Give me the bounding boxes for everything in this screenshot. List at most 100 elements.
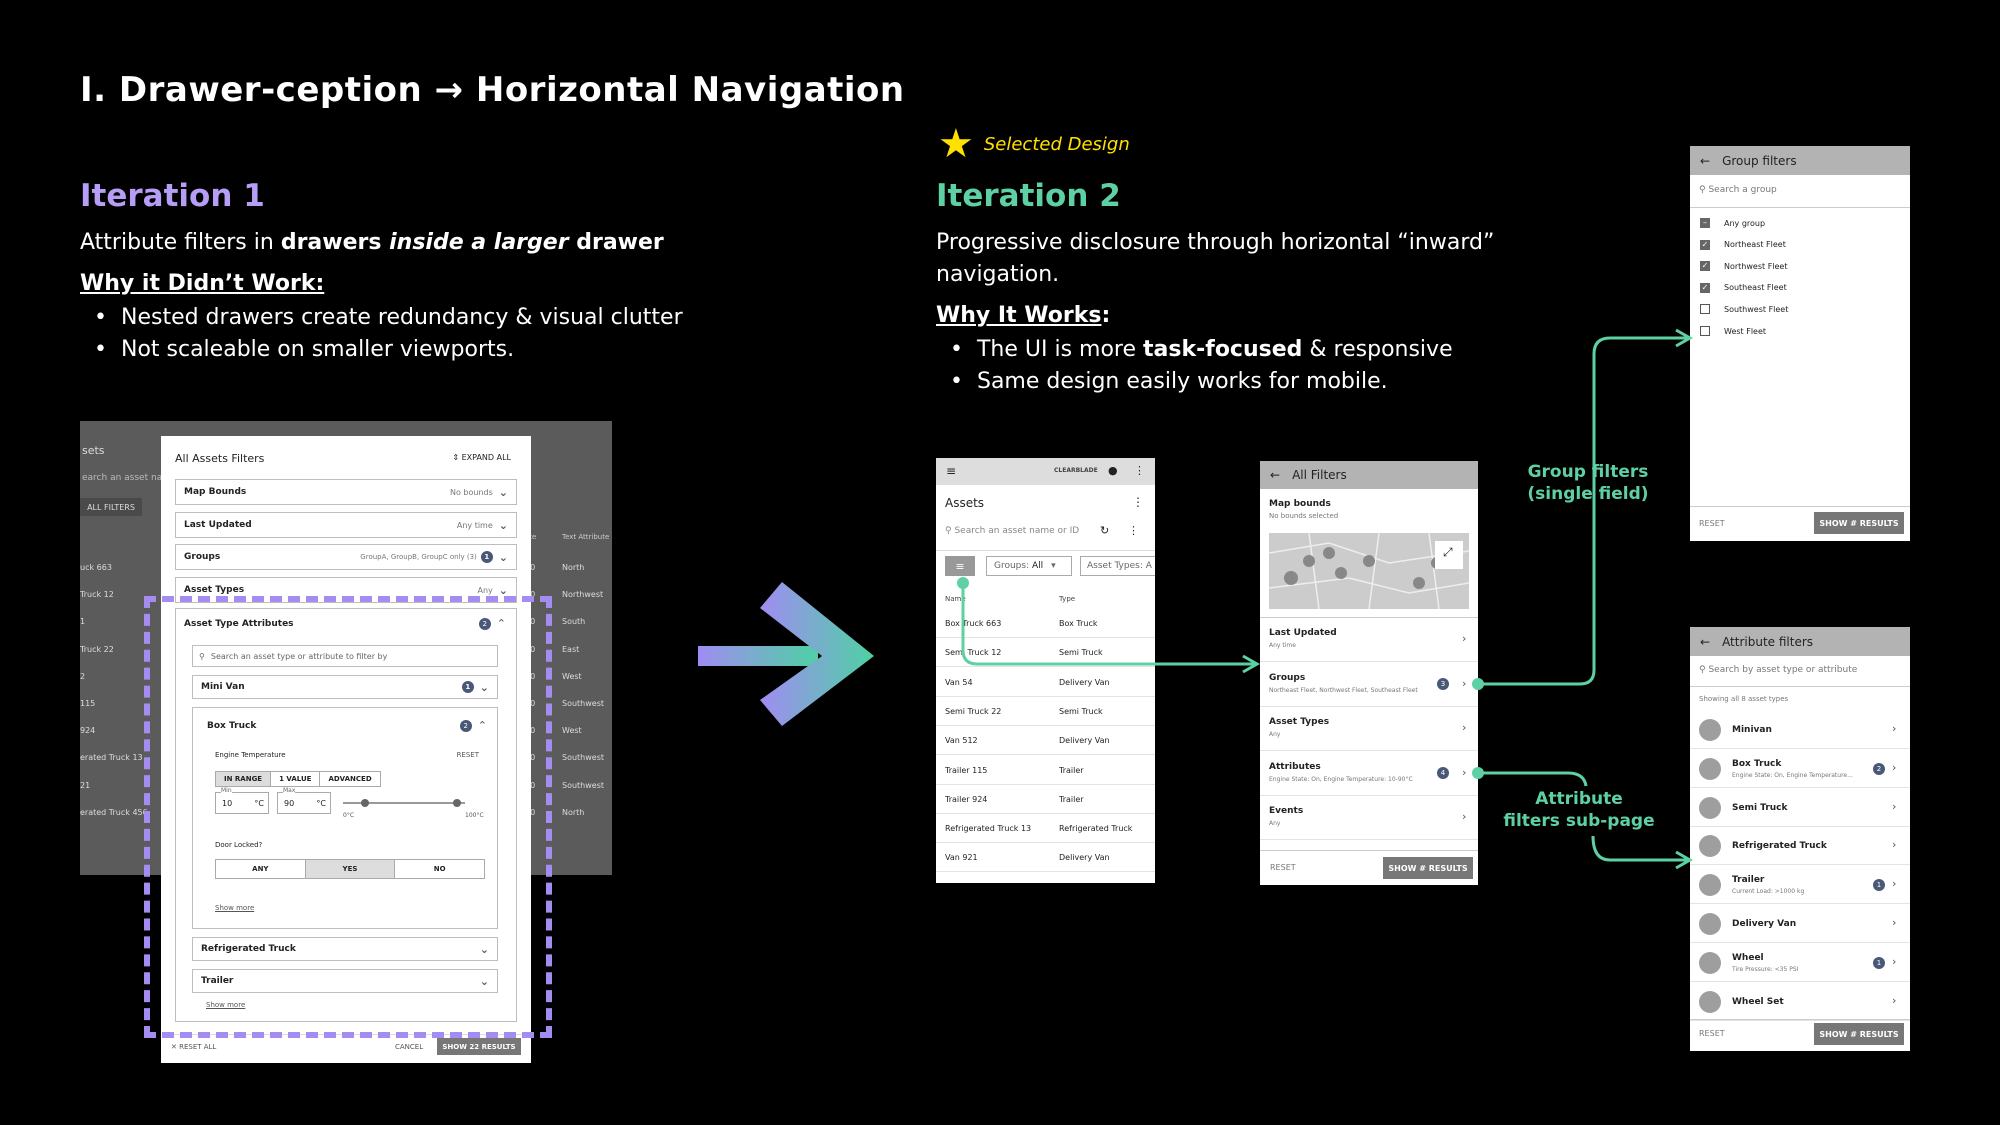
asset-types-chip[interactable]: Asset Types: A <box>1080 556 1155 576</box>
last-updated-accordion[interactable]: Last Updated Any time ⌄ <box>175 512 517 538</box>
asset-type-avatar-icon <box>1699 796 1721 819</box>
bg-cell: 21 <box>80 780 91 790</box>
user-icon[interactable]: ● <box>1108 464 1118 477</box>
bg-cell: Southwest <box>562 699 605 708</box>
table-row[interactable]: Box Truck 663 Box Truck <box>936 609 1155 638</box>
map-thumbnail[interactable]: ⤢ <box>1269 533 1469 609</box>
refresh-icon[interactable]: ↻ <box>1100 524 1109 537</box>
group-checkbox-row[interactable]: ✓ Southeast Fleet <box>1700 279 1787 297</box>
filter-summary: Engine State: On, Engine Temperature: 10… <box>1269 775 1413 783</box>
attribute-row[interactable]: Semi Truck › <box>1690 789 1910 827</box>
asset-type: Delivery Van <box>1059 736 1110 746</box>
groups-accordion[interactable]: Groups GroupA, GroupB, GroupC only (3) 1 ⌄ <box>175 544 517 570</box>
bullet: Not scaleable on smaller viewports. <box>80 334 683 366</box>
group-checkbox-row[interactable]: ✓ Northeast Fleet <box>1700 236 1786 254</box>
more-vert-icon[interactable]: ⋮ <box>1128 524 1139 537</box>
show-results-button[interactable]: SHOW # RESULTS <box>1814 1023 1904 1045</box>
map-bounds-accordion[interactable]: Map Bounds No bounds ⌄ <box>175 479 517 505</box>
group-checkbox-row[interactable]: – Any group <box>1700 214 1765 232</box>
attribute-row[interactable]: Delivery Van › <box>1690 905 1910 943</box>
more-vert-icon[interactable]: ⋮ <box>1134 464 1145 477</box>
group-checkbox-row[interactable]: Southwest Fleet <box>1700 300 1788 318</box>
more-vert-icon[interactable]: ⋮ <box>1132 495 1144 509</box>
drawer-title: All Assets Filters <box>175 452 265 465</box>
attribute-row[interactable]: Trailer Current Load: >1000 kg 1 › <box>1690 866 1910 905</box>
filter-summary: Any <box>1269 820 1281 827</box>
attribute-row[interactable]: Minivan › <box>1690 711 1910 749</box>
table-row[interactable]: Trailer 924 Trailer <box>936 785 1155 814</box>
show-results-button[interactable]: SHOW # RESULTS <box>1383 857 1473 879</box>
all-filters-header: ← All Filters <box>1260 461 1478 489</box>
iteration2-desc: Progressive disclosure through horizonta… <box>936 230 1495 287</box>
chevron-right-icon: › <box>1892 722 1897 735</box>
reset-button[interactable]: RESET <box>1270 863 1296 872</box>
checkbox[interactable]: ✓ <box>1700 282 1710 293</box>
filter-row-attributes[interactable]: Attributes Engine State: On, Engine Tempe… <box>1260 752 1478 796</box>
filter-row-asset-types[interactable]: Asset Types Any › <box>1260 707 1478 751</box>
column-header-type: Type <box>1059 595 1076 603</box>
back-arrow-icon[interactable]: ← <box>1270 468 1280 482</box>
reset-button[interactable]: RESET <box>1699 1029 1725 1038</box>
asset-search-input[interactable]: ⚲ Search an asset name or ID <box>945 526 1079 536</box>
attribute-label: Wheel <box>1732 952 1764 963</box>
group-label: Northwest Fleet <box>1724 261 1788 271</box>
checkbox[interactable] <box>1700 326 1710 336</box>
chevron-down-icon: ⌄ <box>498 583 508 597</box>
back-arrow-icon[interactable]: ← <box>1700 154 1710 168</box>
table-row[interactable]: Trailer 115 Trailer <box>936 756 1155 785</box>
attribute-row[interactable]: Wheel Tire Pressure: <35 PSI 1 › <box>1690 944 1910 982</box>
group-filters-header: ← Group filters <box>1690 146 1910 175</box>
map-bounds-sub: No bounds selected <box>1269 512 1339 520</box>
attribute-label: Box Truck <box>1732 758 1782 769</box>
checkbox[interactable]: ✓ <box>1700 239 1710 250</box>
showing-count: Showing all 8 asset types <box>1699 695 1789 703</box>
group-search-input[interactable]: ⚲ Search a group <box>1699 185 1777 195</box>
filter-row-last-updated[interactable]: Last Updated Any time › <box>1260 618 1478 662</box>
attribute-row[interactable]: Box Truck Engine State: On, Engine Temper… <box>1690 750 1910 788</box>
bg-col: Text Attribute <box>562 533 610 541</box>
attribute-filters-annotation: Attribute filters sub-page <box>1503 789 1655 831</box>
table-row[interactable]: Refrigerated Truck 13 Refrigerated Truck <box>936 814 1155 844</box>
cancel-button[interactable]: CANCEL <box>395 1043 423 1051</box>
table-row[interactable]: Semi Truck 12 Semi Truck <box>936 638 1155 668</box>
search-icon: ⚲ <box>1699 665 1706 675</box>
filter-row-events[interactable]: Events Any › <box>1260 796 1478 840</box>
expand-all-button[interactable]: ⇕ EXPAND ALL <box>452 453 511 462</box>
attribute-row[interactable]: Wheel Set › <box>1690 983 1910 1021</box>
reset-button[interactable]: RESET <box>1699 519 1725 528</box>
back-arrow-icon[interactable]: ← <box>1700 635 1710 649</box>
table-row[interactable]: Semi Truck 22 Semi Truck <box>936 697 1155 726</box>
bg-all-filters-button[interactable]: ALL FILTERS <box>80 498 142 516</box>
chevron-down-icon: ⌄ <box>498 550 508 564</box>
bg-cell: North <box>562 807 585 817</box>
transition-arrow-icon <box>698 582 874 726</box>
checkbox[interactable] <box>1700 304 1710 315</box>
filter-button[interactable]: ≡ <box>945 556 975 576</box>
group-checkbox-row[interactable]: ✓ Northwest Fleet <box>1700 257 1788 275</box>
iteration2-heading: Iteration 2 <box>936 178 1121 214</box>
table-row[interactable]: Van 921 Delivery Van <box>936 843 1155 873</box>
show-results-button[interactable]: SHOW # RESULTS <box>1814 512 1904 534</box>
attribute-row[interactable]: Refrigerated Truck › <box>1690 827 1910 866</box>
asset-name: Semi Truck 12 <box>945 648 1002 658</box>
menu-icon[interactable]: ≡ <box>946 464 956 478</box>
iteration1-desc: Attribute filters in drawers inside a la… <box>80 230 664 255</box>
column-header-name: Name <box>945 595 966 603</box>
asset-name: Semi Truck 22 <box>945 706 1002 716</box>
checkbox[interactable]: – <box>1700 218 1710 228</box>
reset-all-button[interactable]: ✕ RESET ALL <box>171 1043 216 1051</box>
bg-search: earch an asset nam <box>82 473 171 483</box>
table-row[interactable]: Van 512 Delivery Van <box>936 726 1155 756</box>
expand-map-icon[interactable]: ⤢ <box>1443 545 1453 560</box>
bg-cell: 2 <box>80 671 86 681</box>
show-results-button[interactable]: SHOW 22 RESULTS <box>437 1038 521 1055</box>
asset-type: Trailer <box>1059 794 1084 804</box>
group-checkbox-row[interactable]: West Fleet <box>1700 322 1766 340</box>
checkbox[interactable]: ✓ <box>1700 261 1710 272</box>
attribute-search-input[interactable]: ⚲ Search by asset type or attribute <box>1699 665 1857 675</box>
filter-row-groups[interactable]: Groups Northeast Fleet, Northwest Fleet, … <box>1260 663 1478 707</box>
groups-chip[interactable]: Groups: All ▾ <box>986 556 1072 576</box>
iteration1-heading: Iteration 1 <box>80 178 265 214</box>
table-row[interactable]: Van 54 Delivery Van <box>936 668 1155 697</box>
count-badge: 1 <box>1873 956 1885 969</box>
